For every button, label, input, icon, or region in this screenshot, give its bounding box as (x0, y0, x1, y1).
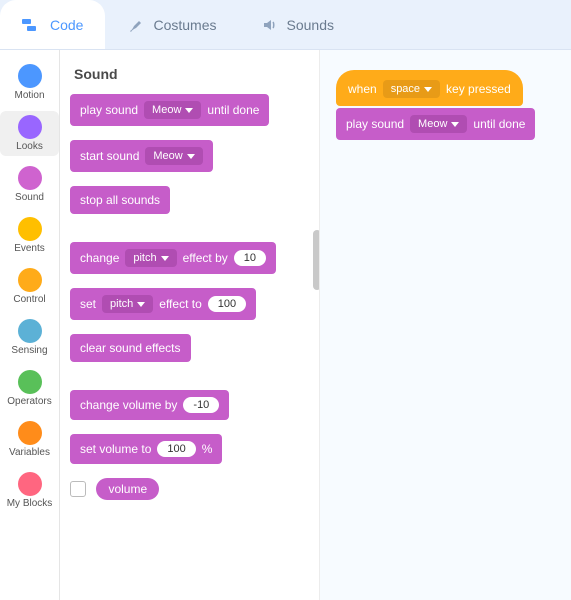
category-dot-icon (18, 472, 42, 496)
tab-costumes-label: Costumes (153, 17, 216, 33)
category-motion[interactable]: Motion (0, 60, 59, 105)
main-area: Motion Looks Sound Events Control Sensing Oper… (0, 50, 571, 600)
script-workspace[interactable]: when space key pressed play sound Meow u… (320, 50, 571, 600)
category-operators[interactable]: Operators (0, 366, 59, 411)
category-sound[interactable]: Sound (0, 162, 59, 207)
category-dot-icon (18, 421, 42, 445)
block-play-sound-until-done[interactable]: play sound Meow until done (336, 108, 535, 140)
category-control[interactable]: Control (0, 264, 59, 309)
category-label: My Blocks (7, 498, 53, 509)
block-change-volume[interactable]: change volume by -10 (70, 390, 229, 420)
tab-code-label: Code (50, 17, 83, 33)
sound-icon (261, 16, 279, 34)
category-variables[interactable]: Variables (0, 417, 59, 462)
dropdown-sound[interactable]: Meow (145, 147, 202, 165)
tab-costumes[interactable]: Costumes (105, 0, 238, 49)
chevron-down-icon (451, 122, 459, 127)
block-stop-all-sounds[interactable]: stop all sounds (70, 186, 170, 214)
tab-code[interactable]: Code (0, 0, 105, 49)
tab-sounds-label: Sounds (287, 17, 334, 33)
brush-icon (127, 16, 145, 34)
category-label: Events (14, 243, 45, 254)
chevron-down-icon (424, 87, 432, 92)
input-number[interactable]: 100 (208, 296, 246, 312)
category-label: Motion (14, 90, 44, 101)
category-dot-icon (18, 166, 42, 190)
tab-bar: Code Costumes Sounds (0, 0, 571, 50)
code-icon (22, 17, 42, 33)
dropdown-key[interactable]: space (383, 80, 440, 98)
script-stack[interactable]: when space key pressed play sound Meow u… (336, 70, 535, 140)
block-when-key-pressed[interactable]: when space key pressed (336, 70, 523, 106)
category-label: Operators (7, 396, 51, 407)
palette-title: Sound (74, 66, 309, 82)
block-palette: Sound play sound Meow until done start s… (60, 50, 320, 600)
category-dot-icon (18, 115, 42, 139)
category-column: Motion Looks Sound Events Control Sensing Oper… (0, 50, 60, 600)
block-set-volume[interactable]: set volume to 100 % (70, 434, 222, 464)
dropdown-effect[interactable]: pitch (102, 295, 153, 313)
category-dot-icon (18, 64, 42, 88)
chevron-down-icon (161, 256, 169, 261)
input-number[interactable]: 100 (157, 441, 195, 457)
dropdown-effect[interactable]: pitch (125, 249, 176, 267)
chevron-down-icon (137, 302, 145, 307)
category-looks[interactable]: Looks (0, 111, 59, 156)
category-dot-icon (18, 268, 42, 292)
category-label: Control (13, 294, 45, 305)
category-label: Sound (15, 192, 44, 203)
block-clear-effects[interactable]: clear sound effects (70, 334, 191, 362)
input-number[interactable]: -10 (183, 397, 219, 413)
chevron-down-icon (185, 108, 193, 113)
block-play-sound-until-done[interactable]: play sound Meow until done (70, 94, 269, 126)
input-number[interactable]: 10 (234, 250, 266, 266)
dropdown-sound[interactable]: Meow (410, 115, 467, 133)
category-label: Looks (16, 141, 43, 152)
reporter-volume[interactable]: volume (96, 478, 159, 500)
category-events[interactable]: Events (0, 213, 59, 258)
palette-scrollbar[interactable] (313, 230, 320, 290)
category-sensing[interactable]: Sensing (0, 315, 59, 360)
tab-sounds[interactable]: Sounds (239, 0, 356, 49)
category-dot-icon (18, 319, 42, 343)
category-dot-icon (18, 217, 42, 241)
category-dot-icon (18, 370, 42, 394)
chevron-down-icon (187, 154, 195, 159)
category-label: Variables (9, 447, 50, 458)
category-label: Sensing (11, 345, 47, 356)
category-my-blocks[interactable]: My Blocks (0, 468, 59, 513)
block-start-sound[interactable]: start sound Meow (70, 140, 213, 172)
dropdown-sound[interactable]: Meow (144, 101, 201, 119)
block-set-effect[interactable]: set pitch effect to 100 (70, 288, 256, 320)
block-change-effect[interactable]: change pitch effect by 10 (70, 242, 276, 274)
monitor-checkbox[interactable] (70, 481, 86, 497)
